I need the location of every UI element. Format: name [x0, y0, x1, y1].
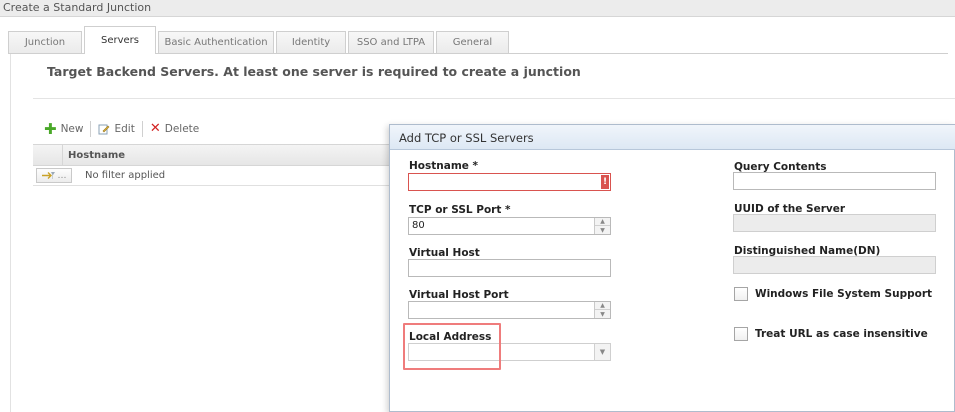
port-spinner[interactable]: ▲ ▼ — [594, 218, 610, 234]
dialog-title-bar[interactable]: Add TCP or SSL Servers — [390, 125, 955, 150]
virtual-host-label: Virtual Host — [409, 247, 480, 259]
new-button[interactable]: ✚ New — [40, 120, 87, 138]
hostname-input[interactable]: ! — [408, 173, 611, 191]
grid-select-column — [33, 145, 63, 166]
window-title-bar: Create a Standard Junction — [0, 0, 955, 17]
windows-fs-support-label: Windows File System Support — [755, 288, 933, 300]
tab-basic-authentication[interactable]: Basic Authentication — [158, 31, 274, 53]
windows-fs-support-checkbox[interactable] — [734, 287, 748, 301]
new-button-label: New — [60, 123, 84, 135]
tcp-ssl-port-label: TCP or SSL Port * — [409, 204, 511, 216]
delete-button[interactable]: ✕ Delete — [146, 121, 203, 136]
toolbar-separator — [90, 121, 92, 137]
case-insensitive-url-label: Treat URL as case insensitive — [755, 328, 928, 340]
tab-general[interactable]: General — [436, 31, 509, 53]
toolbar-separator — [141, 121, 143, 137]
hostname-label: Hostname * — [409, 160, 479, 172]
case-insensitive-url-checkbox[interactable] — [734, 327, 748, 341]
spinner-down-icon[interactable]: ▼ — [595, 226, 610, 234]
window-title: Create a Standard Junction — [3, 1, 152, 14]
query-contents-input[interactable] — [733, 172, 936, 190]
tab-identity[interactable]: Identity — [276, 31, 346, 53]
tab-junction[interactable]: Junction — [8, 31, 82, 53]
filter-button[interactable]: … — [36, 168, 72, 183]
edit-button-label: Edit — [114, 123, 135, 135]
servers-toolbar: ✚ New Edit ✕ Delete — [40, 120, 203, 138]
uuid-input — [733, 214, 936, 232]
delete-button-label: Delete — [164, 123, 200, 135]
spinner-up-icon[interactable]: ▲ — [595, 302, 610, 310]
tcp-ssl-port-input[interactable]: 80 ▲ ▼ — [408, 217, 611, 235]
filter-row: … No filter applied — [33, 166, 389, 186]
tab-sso-and-ltpa[interactable]: SSO and LTPA — [348, 31, 434, 53]
edit-button[interactable]: Edit — [94, 123, 138, 135]
local-address-highlight — [403, 323, 501, 370]
grid-header: Hostname — [33, 144, 389, 166]
tab-servers[interactable]: Servers — [84, 26, 156, 54]
section-title: Target Backend Servers. At least one ser… — [47, 64, 581, 79]
chevron-down-icon[interactable]: ▼ — [594, 344, 610, 360]
column-header-hostname[interactable]: Hostname — [68, 150, 125, 161]
spinner-down-icon[interactable]: ▼ — [595, 310, 610, 318]
edit-icon — [98, 124, 110, 135]
spinner-up-icon[interactable]: ▲ — [595, 218, 610, 226]
section-divider — [33, 98, 955, 99]
dialog-title: Add TCP or SSL Servers — [399, 131, 534, 145]
virtual-host-port-label: Virtual Host Port — [409, 289, 509, 301]
distinguished-name-input — [733, 256, 936, 274]
filter-status-text: No filter applied — [85, 170, 166, 181]
virtual-host-port-input[interactable]: ▲ ▼ — [408, 301, 611, 319]
servers-grid: Hostname … No filter applied — [33, 144, 389, 188]
error-icon: ! — [601, 175, 609, 189]
tab-bar: Junction Servers Basic Authentication Id… — [8, 26, 948, 54]
plus-icon: ✚ — [44, 120, 57, 138]
filter-icon — [41, 172, 55, 179]
virtual-host-port-spinner[interactable]: ▲ ▼ — [594, 302, 610, 318]
delete-icon: ✕ — [149, 121, 161, 136]
virtual-host-input[interactable] — [408, 259, 611, 277]
